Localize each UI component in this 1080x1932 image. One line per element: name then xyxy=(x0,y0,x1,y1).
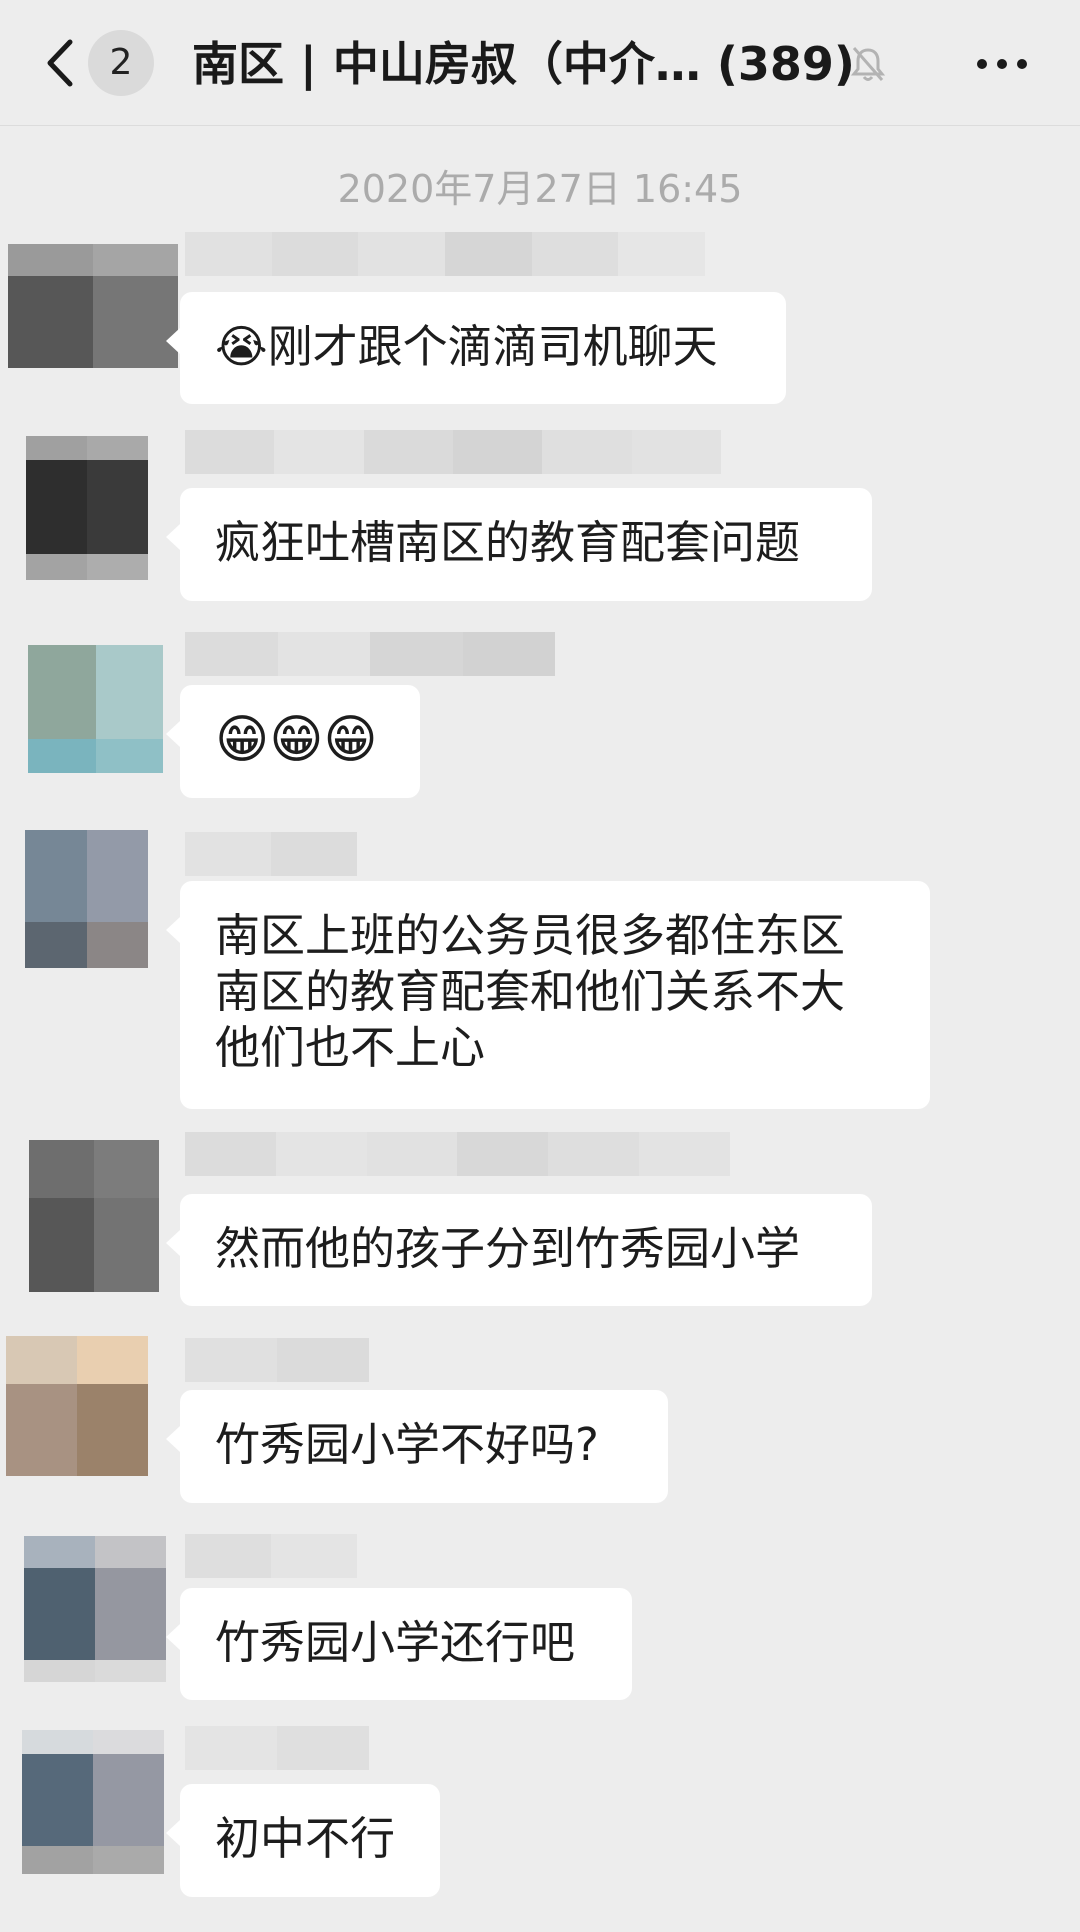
avatar[interactable] xyxy=(25,830,148,968)
sender-name-blurred xyxy=(185,1534,357,1578)
message-bubble[interactable]: 南区上班的公务员很多都住东区 南区的教育配套和他们关系不大 他们也不上心 xyxy=(166,881,930,1109)
sender-name-blurred xyxy=(185,632,555,676)
avatar[interactable] xyxy=(22,1730,164,1874)
message-bubble[interactable]: 竹秀园小学还行吧 xyxy=(166,1588,632,1700)
back-chevron-icon[interactable] xyxy=(40,38,80,88)
avatar[interactable] xyxy=(24,1536,166,1682)
message-line: 南区的教育配套和他们关系不大 xyxy=(215,965,846,1018)
message-line: 他们也不上心 xyxy=(215,1021,486,1074)
chat-timestamp: 2020年7月27日 16:45 xyxy=(337,167,743,211)
message-line: 南区上班的公务员很多都住东区 xyxy=(215,909,846,962)
sender-name-blurred xyxy=(185,1726,369,1770)
more-options-icon[interactable] xyxy=(972,44,1032,84)
sender-name-blurred xyxy=(185,1338,369,1382)
sender-name-blurred xyxy=(185,232,706,276)
message-bubble[interactable]: 😁😁😁 xyxy=(166,685,420,798)
chat-header: 2 南区 | 中山房叔（中介… (389) xyxy=(0,0,1080,126)
avatar[interactable] xyxy=(29,1140,159,1292)
message-bubble[interactable]: 😭刚才跟个滴滴司机聊天 xyxy=(166,292,786,404)
avatar[interactable] xyxy=(8,244,178,368)
message-bubble[interactable]: 然而他的孩子分到竹秀园小学 xyxy=(166,1194,872,1306)
chat-title: 南区 | 中山房叔（中介… (389) xyxy=(192,37,855,91)
avatar[interactable] xyxy=(28,645,163,773)
unread-count-badge[interactable]: 2 xyxy=(88,30,154,96)
message-bubble[interactable]: 初中不行 xyxy=(166,1784,440,1897)
message-bubble[interactable]: 竹秀园小学不好吗? xyxy=(166,1390,668,1503)
sender-name-blurred xyxy=(185,430,721,474)
sender-name-blurred xyxy=(185,1132,730,1176)
bell-muted-icon xyxy=(848,44,888,84)
avatar[interactable] xyxy=(6,1336,148,1476)
sender-name-blurred xyxy=(185,832,357,876)
message-bubble[interactable]: 疯狂吐槽南区的教育配套问题 xyxy=(166,488,872,601)
avatar[interactable] xyxy=(26,436,148,580)
